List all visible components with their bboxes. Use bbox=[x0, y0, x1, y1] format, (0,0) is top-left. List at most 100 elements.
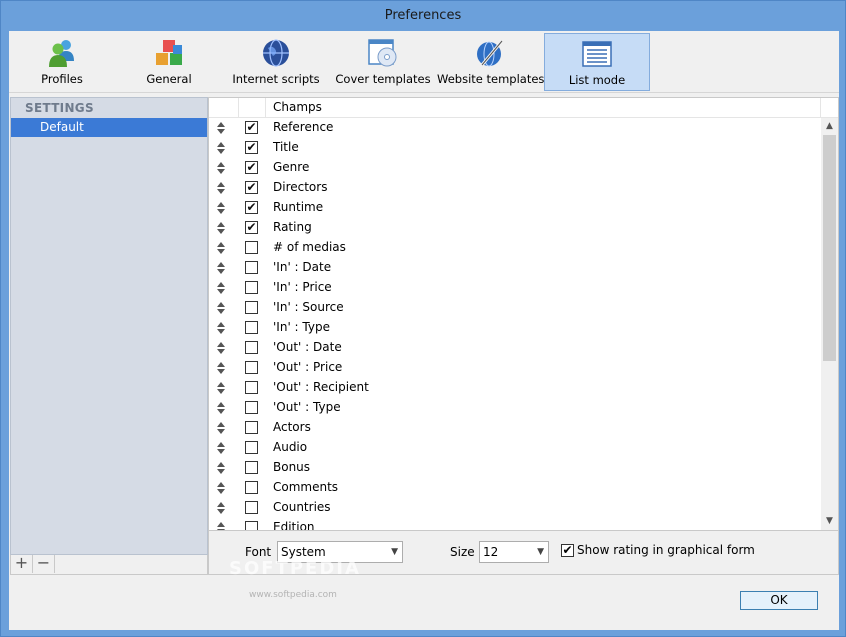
field-checkbox[interactable]: ✔ bbox=[245, 141, 258, 154]
reorder-handle-icon[interactable] bbox=[217, 262, 225, 274]
reorder-handle-icon[interactable] bbox=[217, 482, 225, 494]
font-select[interactable]: System ▼ bbox=[277, 541, 403, 563]
header-check-column bbox=[239, 98, 266, 117]
field-row[interactable]: ✔ Rating bbox=[209, 218, 821, 238]
field-checkbox[interactable] bbox=[245, 341, 258, 354]
reorder-handle-icon[interactable] bbox=[217, 442, 225, 454]
field-label: 'In' : Price bbox=[273, 280, 332, 294]
field-row[interactable]: Edition bbox=[209, 518, 821, 530]
field-row[interactable]: 'In' : Date bbox=[209, 258, 821, 278]
toolbar-list-mode-button[interactable]: List mode bbox=[544, 33, 650, 91]
toolbar-profiles-button[interactable]: Profiles bbox=[9, 33, 115, 91]
field-checkbox[interactable] bbox=[245, 281, 258, 294]
field-checkbox[interactable] bbox=[245, 441, 258, 454]
globe-icon bbox=[260, 37, 292, 69]
reorder-handle-icon[interactable] bbox=[217, 302, 225, 314]
chevron-down-icon: ▼ bbox=[391, 547, 398, 557]
reorder-handle-icon[interactable] bbox=[217, 322, 225, 334]
size-select[interactable]: 12 ▼ bbox=[479, 541, 549, 563]
field-row[interactable]: ✔ Reference bbox=[209, 118, 821, 138]
reorder-handle-icon[interactable] bbox=[217, 202, 225, 214]
field-row[interactable]: 'Out' : Type bbox=[209, 398, 821, 418]
add-profile-button[interactable]: + bbox=[11, 555, 33, 573]
remove-profile-button[interactable]: − bbox=[33, 555, 55, 573]
reorder-handle-icon[interactable] bbox=[217, 242, 225, 254]
field-checkbox[interactable] bbox=[245, 241, 258, 254]
field-row[interactable]: ✔ Runtime bbox=[209, 198, 821, 218]
reorder-handle-icon[interactable] bbox=[217, 122, 225, 134]
scroll-down-icon[interactable]: ▼ bbox=[821, 513, 838, 530]
show-rating-label[interactable]: Show rating in graphical form bbox=[577, 543, 755, 557]
field-checkbox[interactable]: ✔ bbox=[245, 201, 258, 214]
field-row[interactable]: Countries bbox=[209, 498, 821, 518]
cubes-icon bbox=[153, 37, 185, 69]
field-row[interactable]: 'In' : Source bbox=[209, 298, 821, 318]
field-checkbox[interactable] bbox=[245, 481, 258, 494]
field-checkbox[interactable] bbox=[245, 461, 258, 474]
reorder-handle-icon[interactable] bbox=[217, 142, 225, 154]
header-champs[interactable]: Champs bbox=[273, 98, 322, 117]
reorder-handle-icon[interactable] bbox=[217, 382, 225, 394]
fields-scrollbar[interactable]: ▲ ▼ bbox=[821, 118, 838, 530]
reorder-handle-icon[interactable] bbox=[217, 222, 225, 234]
field-label: 'Out' : Type bbox=[273, 400, 341, 414]
reorder-handle-icon[interactable] bbox=[217, 422, 225, 434]
field-checkbox[interactable] bbox=[245, 361, 258, 374]
field-row[interactable]: ✔ Title bbox=[209, 138, 821, 158]
field-label: Reference bbox=[273, 120, 334, 134]
toolbar-cover-templates-button[interactable]: Cover templates bbox=[330, 33, 436, 91]
reorder-handle-icon[interactable] bbox=[217, 502, 225, 514]
scroll-up-icon[interactable]: ▲ bbox=[821, 118, 838, 135]
users-icon bbox=[46, 37, 78, 69]
field-label: Audio bbox=[273, 440, 308, 454]
field-checkbox[interactable] bbox=[245, 261, 258, 274]
field-checkbox[interactable] bbox=[245, 421, 258, 434]
field-row[interactable]: Bonus bbox=[209, 458, 821, 478]
size-label: Size bbox=[450, 545, 475, 559]
font-label: Font bbox=[245, 545, 272, 559]
field-label: Runtime bbox=[273, 200, 324, 214]
toolbar-internet-scripts-button[interactable]: Internet scripts bbox=[223, 33, 329, 91]
field-checkbox[interactable] bbox=[245, 521, 258, 530]
field-checkbox[interactable]: ✔ bbox=[245, 221, 258, 234]
toolbar-website-templates-button[interactable]: Website templates bbox=[437, 33, 545, 91]
reorder-handle-icon[interactable] bbox=[217, 182, 225, 194]
reorder-handle-icon[interactable] bbox=[217, 162, 225, 174]
field-checkbox[interactable] bbox=[245, 501, 258, 514]
reorder-handle-icon[interactable] bbox=[217, 282, 225, 294]
header-divider bbox=[820, 98, 821, 117]
field-row[interactable]: ✔ Directors bbox=[209, 178, 821, 198]
field-row[interactable]: Audio bbox=[209, 438, 821, 458]
reorder-handle-icon[interactable] bbox=[217, 402, 225, 414]
field-checkbox[interactable] bbox=[245, 381, 258, 394]
field-row[interactable]: 'Out' : Price bbox=[209, 358, 821, 378]
field-row[interactable]: ✔ Genre bbox=[209, 158, 821, 178]
reorder-handle-icon[interactable] bbox=[217, 342, 225, 354]
reorder-handle-icon[interactable] bbox=[217, 462, 225, 474]
scrollbar-thumb[interactable] bbox=[823, 135, 836, 361]
font-select-value: System bbox=[281, 545, 326, 559]
field-checkbox[interactable] bbox=[245, 401, 258, 414]
field-checkbox[interactable]: ✔ bbox=[245, 121, 258, 134]
toolbar-general-button[interactable]: General bbox=[116, 33, 222, 91]
sidebar-item-default[interactable]: Default bbox=[11, 118, 207, 137]
field-row[interactable]: 'In' : Type bbox=[209, 318, 821, 338]
field-checkbox[interactable]: ✔ bbox=[245, 161, 258, 174]
field-row[interactable]: # of medias bbox=[209, 238, 821, 258]
toolbar-website-templates-label: Website templates bbox=[437, 72, 545, 86]
field-row[interactable]: Comments bbox=[209, 478, 821, 498]
show-rating-checkbox[interactable]: ✔ bbox=[561, 544, 574, 557]
toolbar-list-mode-label: List mode bbox=[568, 73, 626, 87]
field-row[interactable]: 'Out' : Recipient bbox=[209, 378, 821, 398]
settings-sidebar: SETTINGS Default bbox=[10, 97, 208, 555]
field-row[interactable]: Actors bbox=[209, 418, 821, 438]
reorder-handle-icon[interactable] bbox=[217, 362, 225, 374]
field-label: 'In' : Source bbox=[273, 300, 344, 314]
ok-button[interactable]: OK bbox=[740, 591, 818, 610]
field-checkbox[interactable]: ✔ bbox=[245, 181, 258, 194]
field-checkbox[interactable] bbox=[245, 321, 258, 334]
field-checkbox[interactable] bbox=[245, 301, 258, 314]
field-row[interactable]: 'Out' : Date bbox=[209, 338, 821, 358]
reorder-handle-icon[interactable] bbox=[217, 522, 225, 530]
field-row[interactable]: 'In' : Price bbox=[209, 278, 821, 298]
